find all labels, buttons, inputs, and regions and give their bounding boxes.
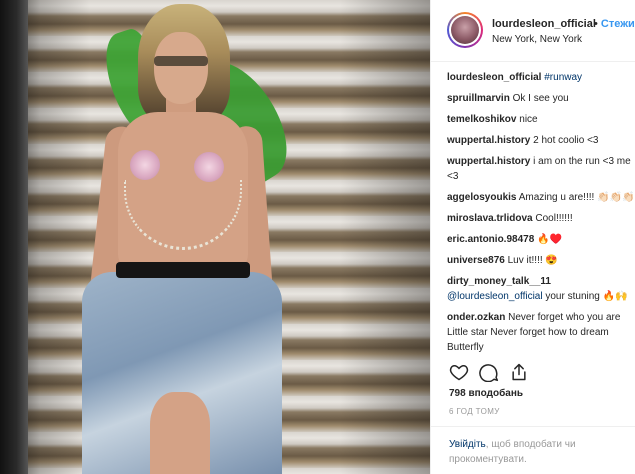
comment-text: Amazing u are!!!! 👏🏻👏🏻👏🏻 xyxy=(518,192,635,203)
login-link[interactable]: Увійдіть xyxy=(449,439,486,450)
comment-row: temelkoshikov nice xyxy=(447,112,635,127)
mention-link[interactable]: @lourdesleon_official xyxy=(447,291,543,302)
comment-username[interactable]: universe876 xyxy=(447,255,505,266)
model-figure xyxy=(0,0,430,474)
comment-username[interactable]: miroslava.trlidova xyxy=(447,213,533,224)
comment-row: onder.ozkan Never forget who you are Lit… xyxy=(447,310,635,352)
likes-count[interactable]: 798 вподобань xyxy=(449,388,523,399)
comment-text: your stuning 🔥🙌 xyxy=(545,291,628,302)
comment-username[interactable]: eric.antonio.98478 xyxy=(447,234,534,245)
comment-row: miroslava.trlidova Cool!!!!!! xyxy=(447,211,635,226)
comment-text: Luv it!!!! 😍 xyxy=(507,255,558,266)
comment-text: Ok I see you xyxy=(512,93,569,104)
follow-button[interactable]: • Стежити xyxy=(594,18,635,30)
comment-username[interactable]: dirty_money_talk__11 xyxy=(447,276,551,287)
comment-row: wuppertal.history 2 hot coolio <3 xyxy=(447,133,635,148)
comment-icon[interactable] xyxy=(479,362,499,382)
heart-icon[interactable] xyxy=(449,362,469,382)
comment-username[interactable]: onder.ozkan xyxy=(447,312,505,323)
avatar[interactable] xyxy=(447,12,483,48)
login-prompt: Увійдіть, щоб вподобати чи прокоментуват… xyxy=(431,426,635,474)
comment-username[interactable]: wuppertal.history xyxy=(447,135,530,146)
post-timestamp[interactable]: 6 ГОД ТОМУ xyxy=(449,407,500,416)
caption: lourdesleon_official #runway xyxy=(447,70,635,85)
comment-username[interactable]: aggelosyoukis xyxy=(447,192,516,203)
hashtag-link[interactable]: #runway xyxy=(544,72,582,83)
comment-username[interactable]: temelkoshikov xyxy=(447,114,516,125)
caption-username[interactable]: lourdesleon_official xyxy=(447,72,541,83)
comment-username[interactable]: spruillmarvin xyxy=(447,93,510,104)
comment-row: aggelosyoukis Amazing u are!!!! 👏🏻👏🏻👏🏻 xyxy=(447,190,635,205)
comment-text: 🔥♥️ xyxy=(537,234,562,245)
comment-row: eric.antonio.98478 🔥♥️ xyxy=(447,232,635,247)
comment-text: nice xyxy=(519,114,538,125)
post-header: lourdesleon_official • Стежити New York,… xyxy=(431,0,635,62)
post-location[interactable]: New York, New York xyxy=(492,34,582,45)
share-icon[interactable] xyxy=(509,362,529,382)
post-sidebar: lourdesleon_official • Стежити New York,… xyxy=(430,0,635,474)
comment-username[interactable]: wuppertal.history xyxy=(447,156,530,167)
comment-text: 2 hot coolio <3 xyxy=(533,135,599,146)
post-username[interactable]: lourdesleon_official xyxy=(492,18,596,30)
post-photo[interactable] xyxy=(0,0,430,474)
comment-row: spruillmarvin Ok I see you xyxy=(447,91,635,106)
comment-row: wuppertal.history i am on the run <3 me … xyxy=(447,154,635,184)
comment-row: universe876 Luv it!!!! 😍 xyxy=(447,253,635,268)
comments-list[interactable]: lourdesleon_official #runway spruillmarv… xyxy=(447,70,635,352)
comment-text: Cool!!!!!! xyxy=(535,213,573,224)
comment-row: dirty_money_talk__11 @lourdesleon_offici… xyxy=(447,274,635,304)
